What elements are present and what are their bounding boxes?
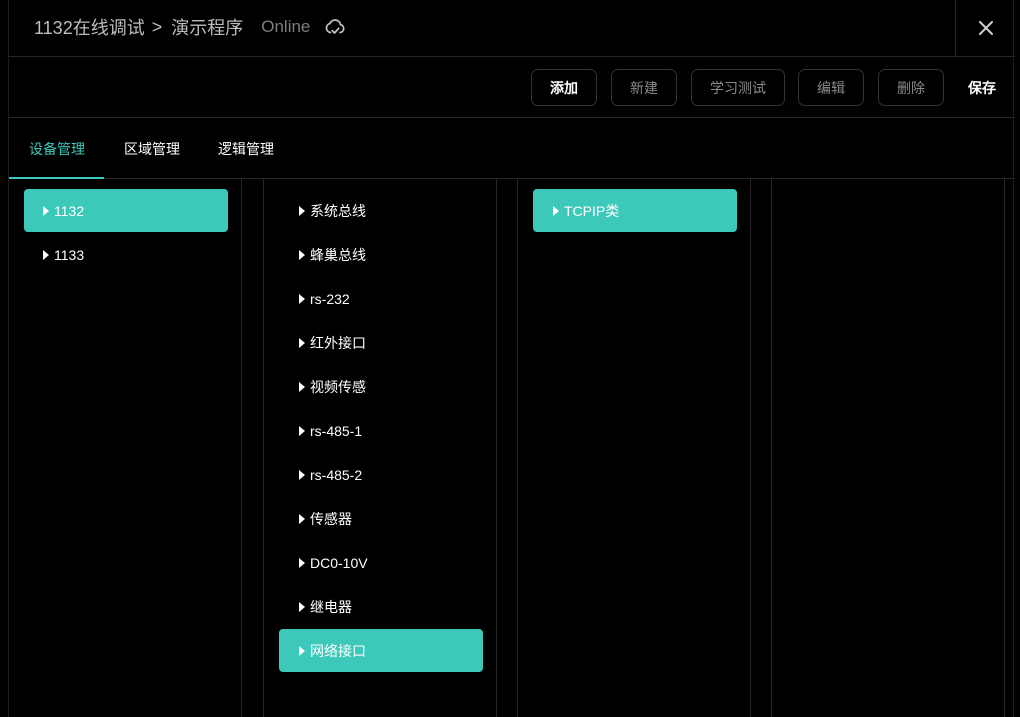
device-list: 1132 1133 bbox=[9, 179, 242, 717]
breadcrumb-separator: > bbox=[151, 16, 163, 37]
device-item-1132[interactable]: 1132 bbox=[24, 189, 228, 232]
interface-item[interactable]: 视频传感 bbox=[279, 365, 483, 408]
interface-item[interactable]: rs-485-1 bbox=[279, 409, 483, 452]
caret-right-icon bbox=[43, 249, 49, 260]
interface-list: 系统总线 蜂巢总线 rs-232 红外接口 视频传感 rs-485-1 rs-4… bbox=[263, 179, 497, 717]
interface-item[interactable]: rs-485-2 bbox=[279, 453, 483, 496]
interface-item[interactable]: 蜂巢总线 bbox=[279, 233, 483, 276]
learn-test-button[interactable]: 学习测试 bbox=[691, 69, 785, 106]
close-icon bbox=[978, 21, 993, 35]
detail-list bbox=[771, 179, 1005, 717]
toolbar: 添加 新建 学习测试 编辑 删除 保存 bbox=[9, 57, 1015, 118]
breadcrumb: 1132在线调试 > 演示程序 Online bbox=[34, 0, 346, 54]
caret-right-icon bbox=[299, 601, 305, 612]
interface-label: 继电器 bbox=[310, 598, 352, 615]
caret-right-icon bbox=[299, 249, 305, 260]
caret-right-icon bbox=[553, 205, 559, 216]
caret-right-icon bbox=[299, 381, 305, 392]
breadcrumb-root[interactable]: 1132在线调试 bbox=[34, 14, 145, 40]
new-button[interactable]: 新建 bbox=[611, 69, 677, 106]
cloud-check-icon bbox=[324, 16, 346, 38]
tab-logic-management[interactable]: 逻辑管理 bbox=[218, 118, 274, 179]
device-label: 1132 bbox=[54, 202, 85, 219]
device-item-1133[interactable]: 1133 bbox=[24, 233, 228, 276]
type-list: TCPIP类 bbox=[517, 179, 751, 717]
close-button[interactable] bbox=[955, 0, 1015, 56]
edit-button[interactable]: 编辑 bbox=[798, 69, 864, 106]
caret-right-icon bbox=[299, 645, 305, 656]
interface-label: 蜂巢总线 bbox=[310, 246, 366, 263]
caret-right-icon bbox=[299, 425, 305, 436]
breadcrumb-current: 演示程序 bbox=[171, 18, 244, 38]
interface-label: 网络接口 bbox=[310, 642, 366, 659]
tab-bar: 设备管理 区域管理 逻辑管理 bbox=[9, 118, 1015, 179]
interface-label: rs-232 bbox=[310, 290, 350, 307]
interface-item-selected[interactable]: 网络接口 bbox=[279, 629, 483, 672]
tab-area-management[interactable]: 区域管理 bbox=[124, 118, 180, 179]
type-label: TCPIP类 bbox=[564, 202, 620, 219]
save-button[interactable]: 保存 bbox=[957, 69, 1007, 106]
interface-item[interactable]: rs-232 bbox=[279, 277, 483, 320]
interface-label: 传感器 bbox=[310, 510, 352, 527]
interface-label: 系统总线 bbox=[310, 202, 366, 219]
type-item-tcpip[interactable]: TCPIP类 bbox=[533, 189, 737, 232]
interface-label: rs-485-2 bbox=[310, 466, 363, 483]
title-bar: 1132在线调试 > 演示程序 Online bbox=[9, 0, 1015, 57]
interface-item[interactable]: 系统总线 bbox=[279, 189, 483, 232]
debug-window: 1132在线调试 > 演示程序 Online 添加 新建 学习测试 编辑 删除 … bbox=[8, 0, 1015, 717]
caret-right-icon bbox=[299, 205, 305, 216]
caret-right-icon bbox=[299, 557, 305, 568]
interface-label: 视频传感 bbox=[310, 378, 366, 395]
connection-status: Online bbox=[261, 17, 311, 36]
interface-label: rs-485-1 bbox=[310, 422, 363, 439]
interface-item[interactable]: 传感器 bbox=[279, 497, 483, 540]
add-button[interactable]: 添加 bbox=[531, 69, 597, 106]
interface-label: 红外接口 bbox=[310, 334, 366, 351]
interface-label: DC0-10V bbox=[310, 554, 368, 571]
device-label: 1133 bbox=[54, 246, 85, 263]
caret-right-icon bbox=[299, 513, 305, 524]
caret-right-icon bbox=[299, 469, 305, 480]
interface-item[interactable]: 继电器 bbox=[279, 585, 483, 628]
delete-button[interactable]: 删除 bbox=[878, 69, 944, 106]
interface-item[interactable]: 红外接口 bbox=[279, 321, 483, 364]
tab-device-management[interactable]: 设备管理 bbox=[29, 118, 85, 179]
caret-right-icon bbox=[299, 337, 305, 348]
interface-item[interactable]: DC0-10V bbox=[279, 541, 483, 584]
caret-right-icon bbox=[43, 205, 49, 216]
caret-right-icon bbox=[299, 293, 305, 304]
